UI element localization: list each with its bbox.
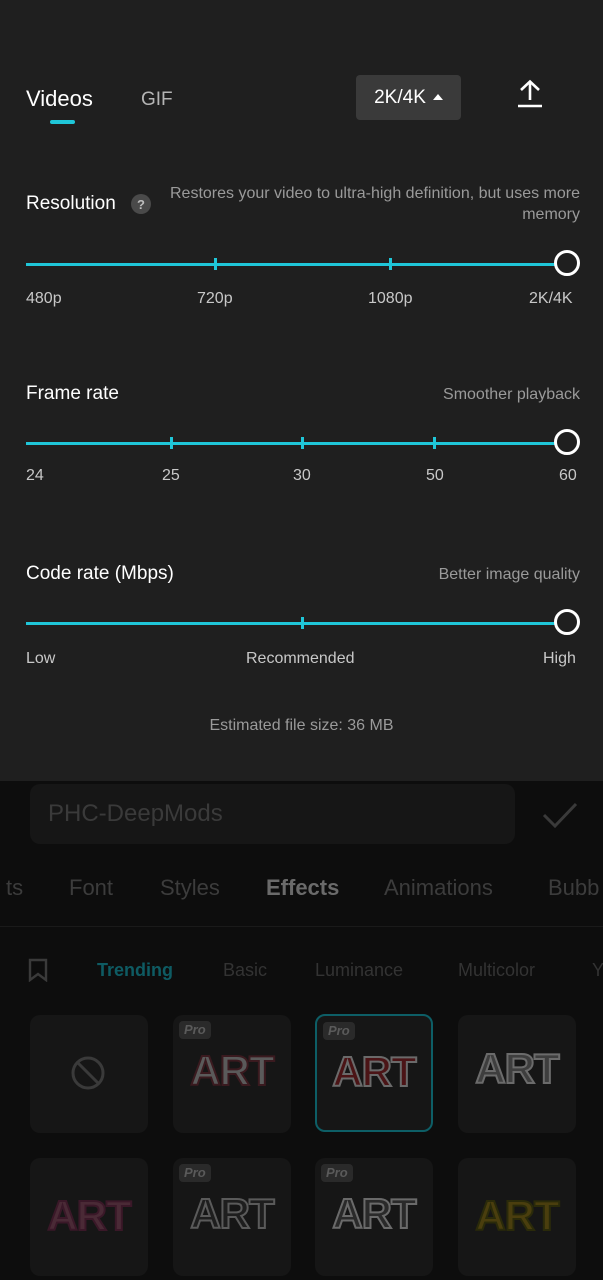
frame-rate-option-30[interactable]: 30 — [293, 467, 311, 485]
frame-rate-option-24[interactable]: 24 — [26, 467, 44, 485]
resolution-slider[interactable] — [26, 250, 580, 276]
frame-rate-title: Frame rate — [26, 383, 119, 404]
slider-tick — [214, 258, 217, 270]
slider-thumb[interactable] — [554, 429, 580, 455]
effect-tile[interactable]: Pro ART — [173, 1015, 291, 1133]
pro-badge: Pro — [321, 1164, 353, 1182]
slider-tick — [301, 617, 304, 629]
frame-rate-option-50[interactable]: 50 — [426, 467, 444, 485]
effect-tile[interactable]: Pro ART — [173, 1158, 291, 1276]
slider-tick — [389, 258, 392, 270]
effect-preview: ART — [189, 1046, 275, 1095]
code-rate-title: Code rate (Mbps) — [26, 563, 174, 584]
resolution-option-720p[interactable]: 720p — [197, 290, 233, 308]
effect-preview: ART — [474, 1044, 560, 1093]
effect-tile[interactable]: ART — [30, 1158, 148, 1276]
tab-font[interactable]: Font — [69, 875, 113, 901]
slider-tick — [170, 437, 173, 449]
resolution-description: Restores your video to ultra-high defini… — [170, 185, 580, 223]
frame-rate-option-60[interactable]: 60 — [559, 467, 577, 485]
slider-tick — [301, 437, 304, 449]
pro-badge: Pro — [179, 1164, 211, 1182]
divider — [0, 926, 603, 927]
slider-thumb[interactable] — [554, 250, 580, 276]
effect-tile[interactable]: ART — [458, 1015, 576, 1133]
code-rate-option-low[interactable]: Low — [26, 650, 55, 668]
slider-tick — [433, 437, 436, 449]
effect-preview: ART — [331, 1047, 417, 1096]
effect-preview: ART — [189, 1189, 275, 1238]
resolution-dropdown-label: 2K/4K — [374, 86, 426, 108]
category-more[interactable]: Y — [592, 960, 603, 981]
code-rate-slider[interactable] — [26, 609, 580, 635]
category-multicolor[interactable]: Multicolor — [458, 960, 535, 981]
none-icon — [71, 1056, 105, 1090]
frame-rate-slider[interactable] — [26, 429, 580, 455]
tab-gif[interactable]: GIF — [141, 89, 173, 111]
tab-animations[interactable]: Animations — [384, 875, 493, 901]
active-tab-indicator — [50, 120, 75, 124]
frame-rate-description: Smoother playback — [443, 386, 580, 403]
tab-videos[interactable]: Videos — [26, 86, 93, 112]
effect-tile[interactable]: Pro ART — [315, 1158, 433, 1276]
bookmark-icon[interactable] — [27, 958, 49, 982]
resolution-dropdown[interactable]: 2K/4K — [356, 75, 461, 120]
confirm-check-icon[interactable] — [541, 800, 579, 830]
code-rate-option-high[interactable]: High — [543, 650, 576, 668]
tab-styles[interactable]: Styles — [160, 875, 220, 901]
resolution-option-1080p[interactable]: 1080p — [368, 290, 413, 308]
slider-thumb[interactable] — [554, 609, 580, 635]
effect-preview: ART — [474, 1191, 560, 1240]
export-settings-panel: Videos GIF 2K/4K Resolution ? Restores y… — [0, 0, 603, 781]
category-trending[interactable]: Trending — [97, 960, 173, 981]
pro-badge: Pro — [179, 1021, 211, 1039]
effect-tile[interactable]: ART — [458, 1158, 576, 1276]
tab-texts[interactable]: ts — [6, 875, 23, 901]
effect-tile-selected[interactable]: Pro ART — [315, 1014, 433, 1132]
text-input[interactable]: PHC-DeepMods — [30, 784, 515, 844]
resolution-title: Resolution — [26, 193, 116, 214]
tab-effects[interactable]: Effects — [266, 875, 339, 901]
resolution-option-480p[interactable]: 480p — [26, 290, 62, 308]
export-upload-icon[interactable] — [514, 78, 546, 110]
frame-rate-option-25[interactable]: 25 — [162, 467, 180, 485]
code-rate-description: Better image quality — [438, 566, 580, 583]
text-input-value: PHC-DeepMods — [48, 800, 223, 827]
resolution-option-2k4k[interactable]: 2K/4K — [529, 290, 573, 308]
help-icon[interactable]: ? — [131, 194, 151, 214]
estimated-file-size: Estimated file size: 36 MB — [209, 717, 394, 734]
tab-bubbles[interactable]: Bubb — [548, 875, 599, 901]
category-luminance[interactable]: Luminance — [315, 960, 403, 981]
effect-preview: ART — [331, 1189, 417, 1238]
effect-preview: ART — [46, 1191, 132, 1240]
code-rate-option-recommended[interactable]: Recommended — [246, 650, 355, 668]
pro-badge: Pro — [323, 1022, 355, 1040]
category-basic[interactable]: Basic — [223, 960, 267, 981]
effect-tile-none[interactable] — [30, 1015, 148, 1133]
caret-up-icon — [432, 93, 443, 100]
